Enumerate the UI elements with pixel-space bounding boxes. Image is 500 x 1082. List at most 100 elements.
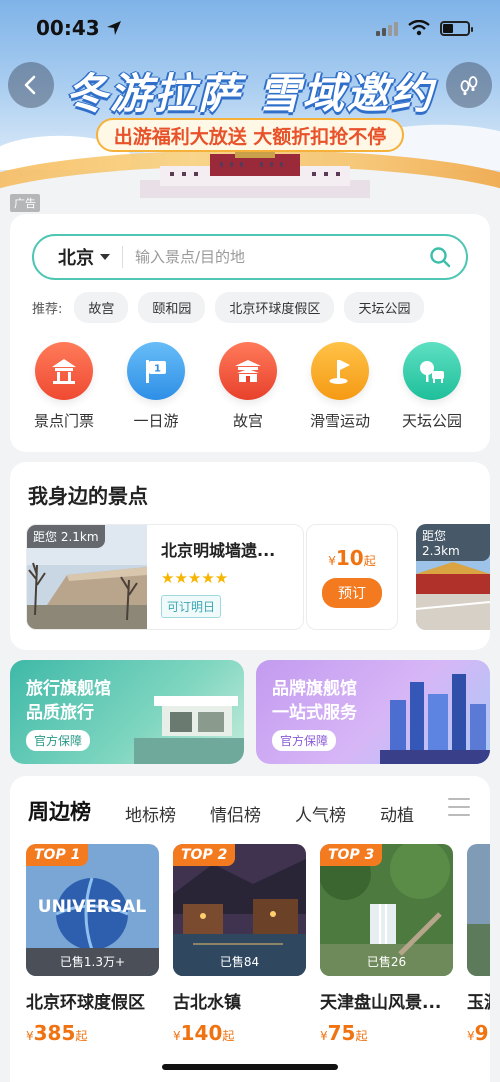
search-card: 北京 推荐: 故宫 颐和园 北京环球度假区 天坛公园 景点门票 1 一日游 — [10, 214, 490, 452]
battery-icon — [440, 20, 473, 36]
banner-title: 冬游拉萨 雪域邀约 — [65, 69, 435, 118]
top-badge: TOP 3 — [320, 844, 383, 866]
ranking-item-price: ¥140起 — [173, 1021, 306, 1045]
banner-subtitle: 出游福利大放送 大额折扣抢不停 — [96, 118, 404, 152]
brand-flagship-banner[interactable]: 品牌旗舰馆 一站式服务 官方保障 — [256, 660, 490, 764]
promo-banner[interactable]: 00:43 冬游拉萨 雪域邀约 出游福利大放送 大额折扣抢不停 广告 — [0, 0, 500, 240]
category-row: 景点门票 1 一日游 故宫 滑雪运动 天坛公园 — [26, 342, 490, 431]
nearby-price-box: ¥10起 预订 — [306, 524, 398, 630]
menu-icon[interactable] — [448, 798, 470, 822]
category-label: 天坛公园 — [401, 412, 462, 430]
currency-symbol: ¥ — [173, 1029, 181, 1043]
search-icon[interactable] — [428, 245, 452, 269]
wifi-icon — [408, 20, 430, 36]
tab-popular-rank[interactable]: 人气榜 — [295, 801, 346, 826]
price-suffix: 起 — [222, 1029, 235, 1043]
price-value: 10 — [335, 546, 364, 570]
status-bar: 00:43 — [0, 0, 500, 56]
currency-symbol: ¥ — [320, 1029, 328, 1043]
panshan-scenic-photo: TOP 3 已售26 — [320, 844, 453, 976]
ranking-item-name: 古北水镇 — [173, 993, 241, 1013]
category-day-tour[interactable]: 1 一日游 — [118, 342, 194, 431]
sold-count: 已售26 — [366, 955, 407, 969]
attraction-name: 北京明城墙遗... — [161, 541, 276, 560]
cellular-signal-icon — [376, 20, 398, 36]
nearby-attraction-item-next[interactable]: 距您 2.3km — [416, 524, 490, 630]
category-label: 故宫 — [232, 412, 263, 430]
status-time: 00:43 — [36, 16, 122, 40]
book-button[interactable]: 预订 — [322, 578, 382, 608]
category-temple-park[interactable]: 天坛公园 — [394, 342, 470, 431]
price-suffix: 起 — [355, 1029, 368, 1043]
search-bar[interactable]: 北京 — [32, 234, 468, 280]
ranking-item-price: ¥385起 — [26, 1021, 159, 1045]
ranking-item[interactable]: TOP 3 已售26 天津盘山风景... ¥75起 — [320, 844, 453, 1045]
sold-count: 已售1.3万+ — [59, 955, 126, 969]
universal-logo-text: UNIVERSAL — [38, 897, 147, 917]
city-skyline-illustration — [380, 674, 490, 764]
caret-down-icon — [100, 254, 110, 260]
currency-symbol: ¥ — [328, 554, 336, 568]
distance-badge: 距您 2.3km — [416, 524, 490, 561]
recommend-chip[interactable]: 故宫 — [74, 292, 129, 323]
price-value: 9 — [474, 1021, 489, 1045]
city-selector[interactable]: 北京 — [58, 244, 110, 270]
price-value: 140 — [180, 1021, 223, 1045]
currency-symbol: ¥ — [467, 1029, 475, 1043]
official-badge: 官方保障 — [26, 730, 91, 751]
top-badge: TOP 1 — [26, 844, 89, 866]
nearby-title: 我身边的景点 — [28, 484, 148, 508]
category-label: 景点门票 — [33, 412, 94, 430]
city-wall-photo: 距您 2.1km — [27, 525, 147, 629]
ranking-card: 周边榜 地标榜 情侣榜 人气榜 动植 UNIVERSAL TOP 1 已售1.3… — [10, 776, 490, 1082]
search-divider — [122, 246, 123, 268]
flag-icon: 1 — [127, 342, 185, 400]
category-ski[interactable]: 滑雪运动 — [302, 342, 378, 431]
recommend-chip[interactable]: 北京环球度假区 — [215, 292, 335, 323]
ranking-item-name: 玉渊 — [467, 993, 490, 1013]
search-input[interactable] — [135, 248, 428, 266]
footprint-button[interactable] — [446, 62, 492, 108]
back-button[interactable] — [8, 62, 54, 108]
ranking-item-price: ¥75起 — [320, 1021, 453, 1045]
category-ticket[interactable]: 景点门票 — [26, 342, 102, 431]
book-tomorrow-tag: 可订明日 — [161, 595, 222, 618]
gubei-water-town-photo: TOP 2 已售84 — [173, 844, 306, 976]
category-label: 滑雪运动 — [309, 412, 370, 430]
price-value: 385 — [33, 1021, 76, 1045]
nearby-info: 北京明城墙遗... ★★★★★ 可订明日 — [147, 525, 275, 629]
potala-palace-illustration — [140, 150, 370, 198]
top-badge: TOP 2 — [173, 844, 236, 866]
location-arrow-icon — [106, 21, 121, 35]
flagship-line1: 旅行旗舰馆 — [26, 679, 111, 699]
recommend-chip[interactable]: 颐和园 — [138, 292, 206, 323]
currency-symbol: ¥ — [26, 1029, 34, 1043]
category-palace[interactable]: 故宫 — [210, 342, 286, 431]
price-suffix: 起 — [75, 1029, 88, 1043]
category-culture[interactable]: 文化 — [486, 342, 490, 431]
recommend-chip[interactable]: 天坛公园 — [344, 292, 425, 323]
tab-nearby-rank[interactable]: 周边榜 — [28, 796, 93, 826]
travel-flagship-banner[interactable]: 旅行旗舰馆 品质旅行 官方保障 — [10, 660, 244, 764]
flagship-line2: 品质旅行 — [26, 703, 94, 723]
recommend-row: 推荐: 故宫 颐和园 北京环球度假区 天坛公园 — [32, 292, 425, 323]
recommend-label: 推荐: — [32, 302, 63, 317]
tab-landmark-rank[interactable]: 地标榜 — [125, 801, 176, 826]
tab-animal-plant-rank[interactable]: 动植 — [380, 801, 414, 826]
ad-label: 广告 — [10, 194, 40, 212]
ranking-item[interactable]: UNIVERSAL TOP 1 已售1.3万+ 北京环球度假区 ¥385起 — [26, 844, 159, 1045]
golf-flag-icon — [311, 342, 369, 400]
ranking-item[interactable]: TOP 2 已售84 古北水镇 ¥140起 — [173, 844, 306, 1045]
tree-icon — [403, 342, 461, 400]
nearby-attraction-item[interactable]: 距您 2.1km 北京明城墙遗... ★★★★★ 可订明日 — [26, 524, 304, 630]
price-value: 75 — [327, 1021, 356, 1045]
home-indicator[interactable] — [162, 1064, 338, 1070]
footprint-icon — [460, 76, 478, 96]
sold-count: 已售84 — [219, 955, 260, 969]
nearby-card: 我身边的景点 距您 2.1km 北京明城墙遗... ★★★★★ 可订明日 ¥10… — [10, 462, 490, 650]
tab-couple-rank[interactable]: 情侣榜 — [210, 801, 261, 826]
ranking-item-name: 天津盘山风景... — [320, 993, 442, 1013]
official-badge: 官方保障 — [272, 730, 337, 751]
chevron-left-icon — [24, 75, 36, 95]
ranking-item[interactable]: 玉渊 ¥9 — [467, 844, 490, 1045]
